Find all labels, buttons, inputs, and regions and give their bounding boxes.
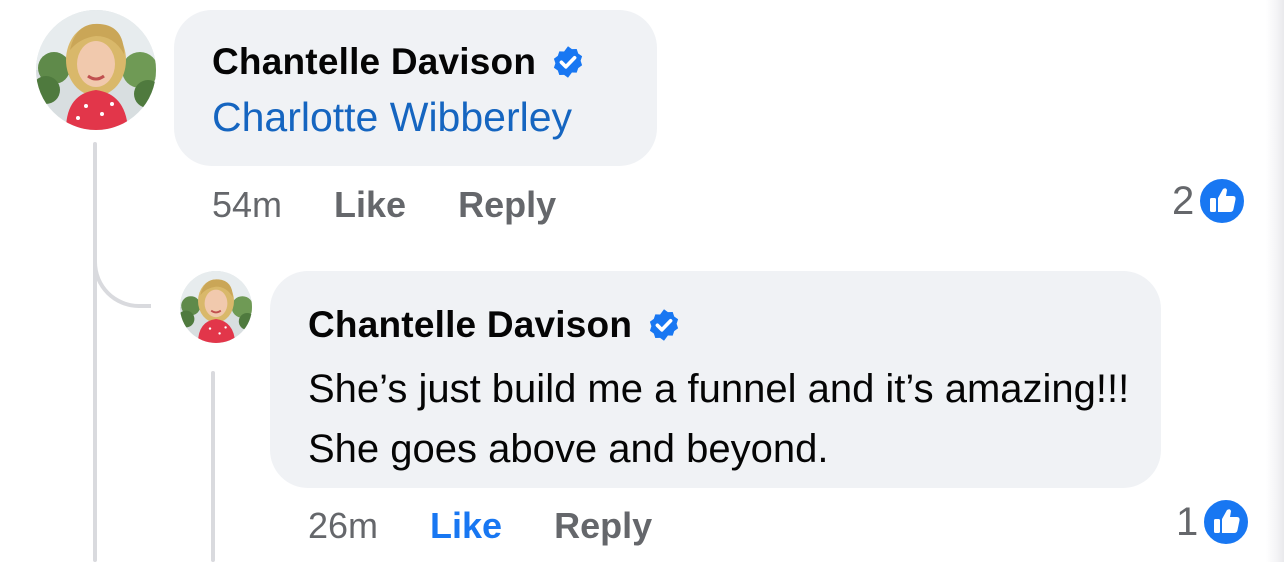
avatar[interactable] [36,10,156,130]
thumbs-up-icon [1198,177,1247,225]
avatar[interactable] [180,271,252,343]
comment-timestamp[interactable]: 54m [212,184,282,226]
reaction-summary[interactable]: 2 [1172,177,1247,225]
thread-connector-line [93,142,97,562]
verified-badge-icon [646,307,682,343]
reply-bubble: Chantelle Davison She’s just build me a … [270,271,1161,488]
like-button[interactable]: Like [430,505,502,547]
comment-bubble: Chantelle Davison Charlotte Wibberley [174,10,657,166]
thumbs-up-icon [1202,498,1251,546]
reply-author-name[interactable]: Chantelle Davison [308,304,632,346]
reaction-count: 1 [1176,499,1199,544]
comment-thread: Chantelle Davison Charlotte Wibberley 54… [0,0,1284,562]
reply-connector-line [211,371,215,562]
comment-actions: 54m Like Reply [212,184,556,226]
like-button[interactable]: Like [334,184,406,226]
verified-badge-icon [550,44,586,80]
reaction-count: 2 [1172,178,1195,223]
reaction-summary[interactable]: 1 [1176,498,1251,546]
comment-author-row: Chantelle Davison [212,40,621,84]
reply-button[interactable]: Reply [554,505,652,547]
reply-timestamp[interactable]: 26m [308,505,378,547]
mention-link[interactable]: Charlotte Wibberley [212,94,621,141]
reply-text: She’s just build me a funnel and it’s am… [308,367,1130,471]
scrollbar-track[interactable] [1266,0,1284,562]
comment-author-name[interactable]: Chantelle Davison [212,41,536,83]
reply-button[interactable]: Reply [458,184,556,226]
thread-connector-curve [93,230,151,308]
reply-author-row: Chantelle Davison [308,303,1125,347]
reply-actions: 26m Like Reply [308,505,652,547]
